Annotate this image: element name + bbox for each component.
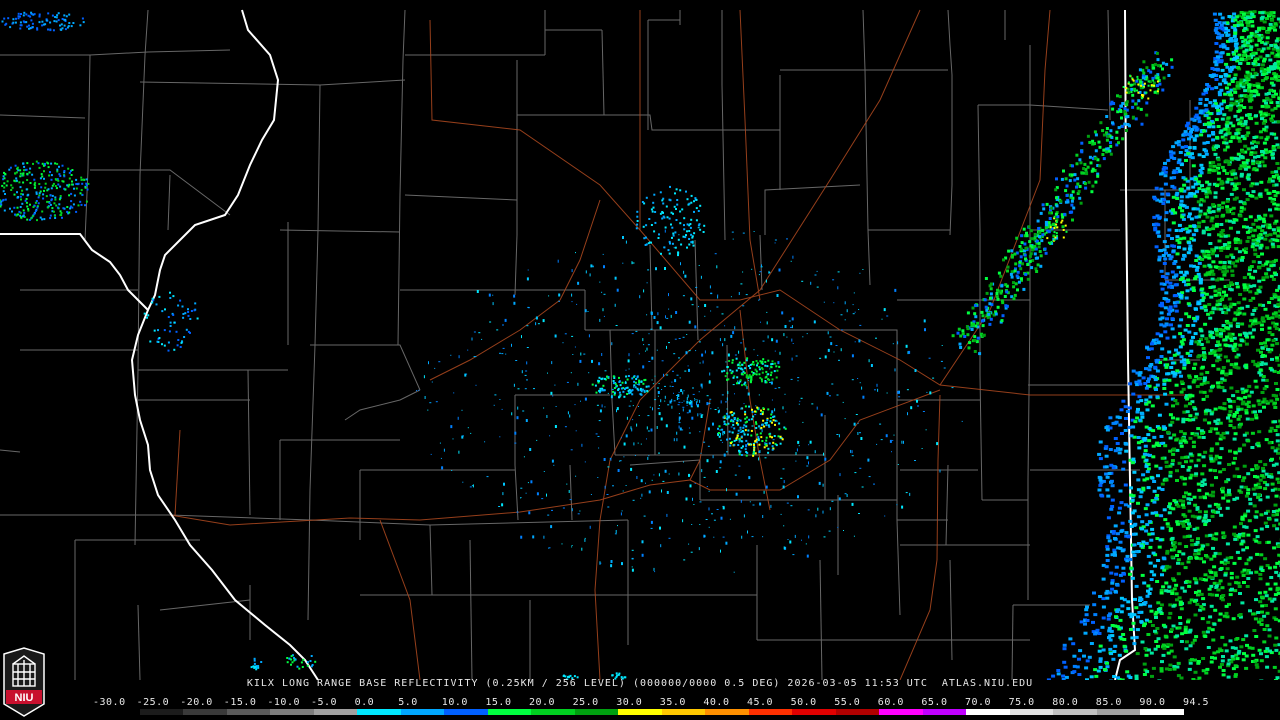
color-bar-segment [792, 709, 836, 715]
county-lines [0, 9, 1230, 680]
scale-label: 85.0 [1095, 697, 1122, 708]
scale-label: 65.0 [921, 697, 948, 708]
color-bar-segment [400, 709, 445, 715]
scale-label: -5.0 [311, 697, 338, 708]
scale-label: 75.0 [1008, 697, 1035, 708]
color-bar-segment [705, 709, 749, 715]
color-bar-segment [226, 709, 271, 715]
color-bar-segment [357, 709, 401, 715]
color-bar-segment [531, 709, 575, 715]
scale-label: 90.0 [1139, 697, 1166, 708]
color-bar-segment [139, 709, 184, 715]
scale-label: 80.0 [1052, 697, 1079, 708]
scale-label: 40.0 [703, 697, 730, 708]
state-border-lines [0, 9, 1137, 680]
color-bar-segment [574, 709, 619, 715]
scale-label: -15.0 [223, 697, 257, 708]
niu-logo: NIU [3, 647, 45, 717]
scale-label: 35.0 [659, 697, 686, 708]
scale-label: 60.0 [877, 697, 904, 708]
color-bar-segment [661, 709, 706, 715]
scale-label: -10.0 [267, 697, 300, 708]
color-bar-segment [1053, 709, 1097, 715]
color-bar-segment [922, 709, 967, 715]
color-bar-segment [879, 709, 923, 715]
scale-label: 55.0 [834, 697, 861, 708]
radar-map [0, 9, 1280, 680]
color-bar-segment [313, 709, 358, 715]
scale-label: 25.0 [572, 697, 599, 708]
color-bar-segment [270, 709, 314, 715]
scale-label: 5.0 [398, 697, 418, 708]
scale-label: 15.0 [485, 697, 512, 708]
scale-label: -20.0 [180, 697, 213, 708]
scale-label: 94.5 [1183, 697, 1210, 708]
color-bar-segment [1009, 709, 1054, 715]
reflectivity-scale-labels: -30.0 -25.0 -20.0 -15.0 -10.0 -5.0 0.0 5.0 10.0 1… [93, 697, 1209, 709]
color-bar-segment [444, 709, 488, 715]
color-bar-segment [487, 709, 532, 715]
scale-label: 70.0 [965, 697, 992, 708]
scale-label: -30.0 [93, 697, 126, 708]
scale-label: 20.0 [529, 697, 556, 708]
reflectivity-color-bar [96, 709, 1184, 715]
scale-label: 0.0 [354, 697, 375, 708]
color-bar-segment [1140, 709, 1184, 715]
color-bar-segment [835, 709, 880, 715]
product-caption: KILX LONG RANGE BASE REFLECTIVITY (0.25K… [246, 678, 1034, 689]
color-bar-segment [96, 709, 140, 715]
scale-label: 50.0 [790, 697, 817, 708]
color-bar-segment [1096, 709, 1141, 715]
color-bar-segment [748, 709, 793, 715]
scale-label: 30.0 [616, 697, 643, 708]
color-bar-segment [183, 709, 227, 715]
scale-label: 45.0 [747, 697, 774, 708]
niu-logo-text: NIU [15, 692, 34, 704]
color-bar-segment [966, 709, 1010, 715]
scale-label: 10.0 [441, 697, 468, 708]
scale-label: -25.0 [136, 697, 170, 708]
color-bar-segment [618, 709, 662, 715]
